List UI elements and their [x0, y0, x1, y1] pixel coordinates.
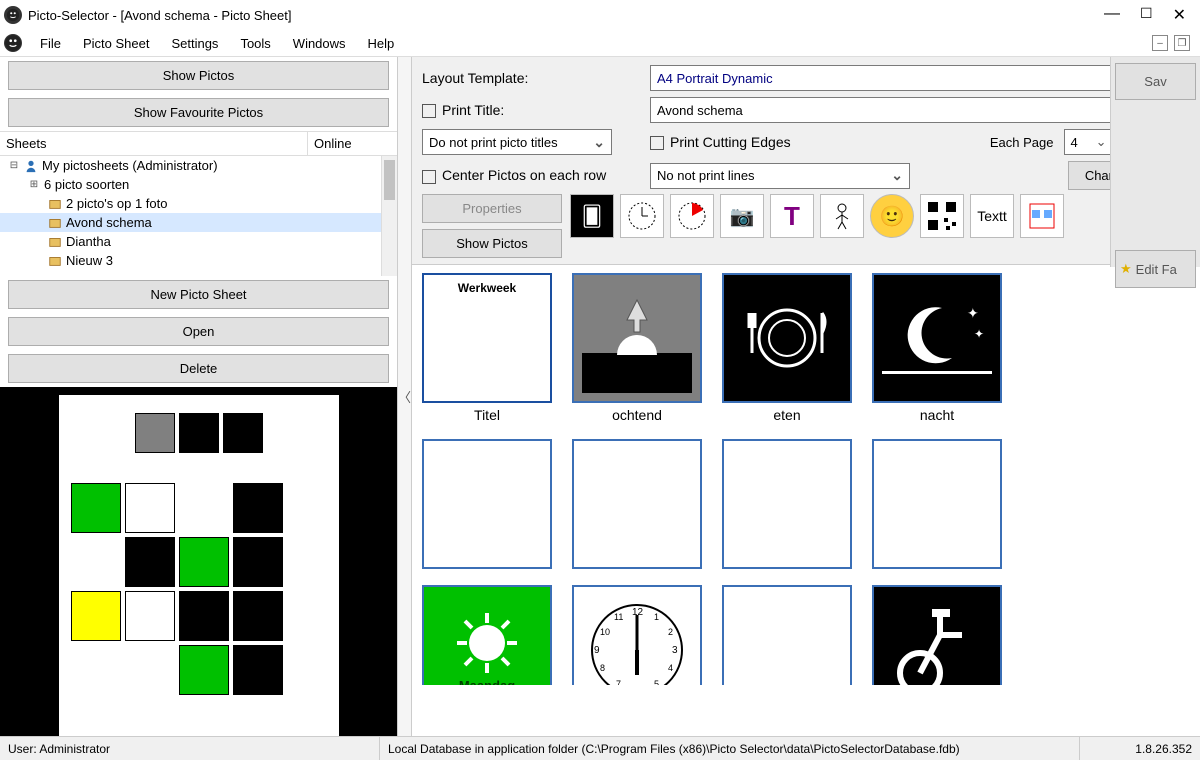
picto-titles-select[interactable]: Do not print picto titles ⌄ [422, 129, 612, 155]
picto-eat[interactable] [722, 273, 852, 403]
svg-text:8: 8 [600, 663, 605, 673]
picto-exercise-bike[interactable] [872, 585, 1002, 685]
sheet-icon [48, 254, 62, 268]
tree-item[interactable]: Nieuw 3 [66, 253, 113, 268]
picto-empty[interactable] [422, 439, 552, 569]
svg-text:4: 4 [668, 663, 673, 673]
minimize-button[interactable]: — [1104, 5, 1120, 25]
picto-canvas[interactable]: Werkweek Titel ochtend eten ✦✦ nacht [412, 264, 1200, 736]
svg-text:5: 5 [654, 679, 659, 685]
picto-clock[interactable]: 123691245781110 [572, 585, 702, 685]
picto-night[interactable]: ✦✦ [872, 273, 1002, 403]
each-page-label: Each Page [990, 135, 1054, 150]
menu-picto-sheet[interactable]: Picto Sheet [73, 34, 160, 53]
qr-icon[interactable] [920, 194, 964, 238]
star-icon: ★ [1120, 261, 1132, 277]
app-menu-icon[interactable] [4, 34, 22, 52]
expand-icon[interactable]: ⊞ [28, 179, 40, 190]
tree-item[interactable]: Diantha [66, 234, 111, 249]
picto-label: Titel [422, 403, 552, 423]
print-title-checkbox[interactable]: Print Title: [422, 102, 642, 118]
chevron-down-icon: ⌄ [891, 167, 903, 184]
status-user: User: Administrator [0, 737, 380, 760]
tree-root-label: My pictosheets (Administrator) [42, 158, 218, 173]
picto-empty[interactable] [722, 439, 852, 569]
properties-button[interactable]: Properties [422, 194, 562, 223]
open-button[interactable]: Open [8, 317, 389, 346]
svg-text:✦: ✦ [967, 305, 979, 321]
text-icon[interactable]: T [770, 194, 814, 238]
online-column-header: Online [307, 132, 397, 155]
cutting-edges-checkbox[interactable]: Print Cutting Edges [650, 134, 791, 150]
user-icon [24, 159, 38, 173]
status-database: Local Database in application folder (C:… [380, 737, 1080, 760]
print-lines-select[interactable]: No not print lines ⌄ [650, 163, 910, 189]
picto-empty[interactable] [872, 439, 1002, 569]
close-button[interactable]: ✕ [1173, 5, 1186, 25]
mdi-minimize-button[interactable]: – [1152, 35, 1168, 51]
new-picto-sheet-button[interactable]: New Picto Sheet [8, 280, 389, 309]
svg-text:9: 9 [594, 645, 600, 656]
center-pictos-checkbox[interactable]: Center Pictos on each row [422, 167, 642, 183]
text-tt-icon[interactable]: Textt [970, 194, 1014, 238]
menu-settings[interactable]: Settings [161, 34, 228, 53]
smiley-icon[interactable]: 🙂 [870, 194, 914, 238]
camera-icon[interactable]: 📷 [720, 194, 764, 238]
person-icon[interactable] [820, 194, 864, 238]
picto-maandag[interactable]: Maandag [422, 585, 552, 685]
layout-template-value: A4 Portrait Dynamic [657, 71, 773, 86]
layout-template-select[interactable]: A4 Portrait Dynamic ⌄ [650, 65, 1190, 91]
sheet-preview [0, 387, 397, 736]
picto-morning[interactable] [572, 273, 702, 403]
show-favourite-pictos-button[interactable]: Show Favourite Pictos [8, 98, 389, 127]
status-version: 1.8.26.352 [1080, 737, 1200, 760]
menu-windows[interactable]: Windows [283, 34, 356, 53]
picto-label: ochtend [572, 403, 702, 423]
app-icon [4, 6, 22, 24]
svg-text:1: 1 [654, 612, 659, 622]
picto-empty[interactable] [722, 585, 852, 685]
sheet-icon [48, 197, 62, 211]
tree-item[interactable]: 6 picto soorten [44, 177, 129, 192]
svg-text:2: 2 [668, 627, 673, 637]
svg-text:11: 11 [614, 612, 623, 622]
edit-favourites-button[interactable]: ★Edit Fa [1115, 250, 1196, 288]
picto-label: nacht [872, 403, 1002, 423]
picto-title-box[interactable]: Werkweek [422, 273, 552, 403]
svg-text:7: 7 [616, 679, 621, 685]
time-fraction-icon[interactable] [670, 194, 714, 238]
svg-text:10: 10 [600, 627, 610, 637]
svg-text:3: 3 [672, 645, 678, 656]
menu-file[interactable]: File [30, 34, 71, 53]
sheets-column-header: Sheets [0, 132, 307, 155]
collapse-icon[interactable]: ⊟ [8, 160, 20, 171]
chevron-down-icon: ⌄ [593, 134, 605, 151]
show-pictos-button[interactable]: Show Pictos [8, 61, 389, 90]
picto-label: eten [722, 403, 852, 423]
tree-scrollbar[interactable] [381, 156, 397, 276]
show-pictos-button-2[interactable]: Show Pictos [422, 229, 562, 258]
maximize-button[interactable]: ☐ [1140, 5, 1153, 25]
mdi-restore-button[interactable]: ❐ [1174, 35, 1190, 51]
cards-icon[interactable]: 🂠 [570, 194, 614, 238]
layout-template-label: Layout Template: [422, 70, 642, 86]
tree-item-selected[interactable]: Avond schema [66, 215, 152, 230]
print-title-input[interactable]: Avond schema [650, 97, 1190, 123]
grid-layout-icon[interactable] [1020, 194, 1064, 238]
window-title: Picto-Selector - [Avond schema - Picto S… [28, 8, 1104, 23]
analog-clock-icon[interactable] [620, 194, 664, 238]
splitter-handle[interactable]: 〈 [398, 57, 412, 736]
menu-tools[interactable]: Tools [230, 34, 280, 53]
svg-text:✦: ✦ [974, 327, 984, 341]
sheet-icon [48, 235, 62, 249]
picto-empty[interactable] [572, 439, 702, 569]
tree-item[interactable]: 2 picto's op 1 foto [66, 196, 168, 211]
menu-help[interactable]: Help [358, 34, 405, 53]
sheet-icon [48, 216, 62, 230]
delete-button[interactable]: Delete [8, 354, 389, 383]
cols-select[interactable]: 4⌄ [1064, 129, 1114, 155]
save-button[interactable]: Sav [1115, 63, 1196, 100]
sheet-tree[interactable]: ⊟ My pictosheets (Administrator) ⊞ 6 pic… [0, 156, 397, 276]
